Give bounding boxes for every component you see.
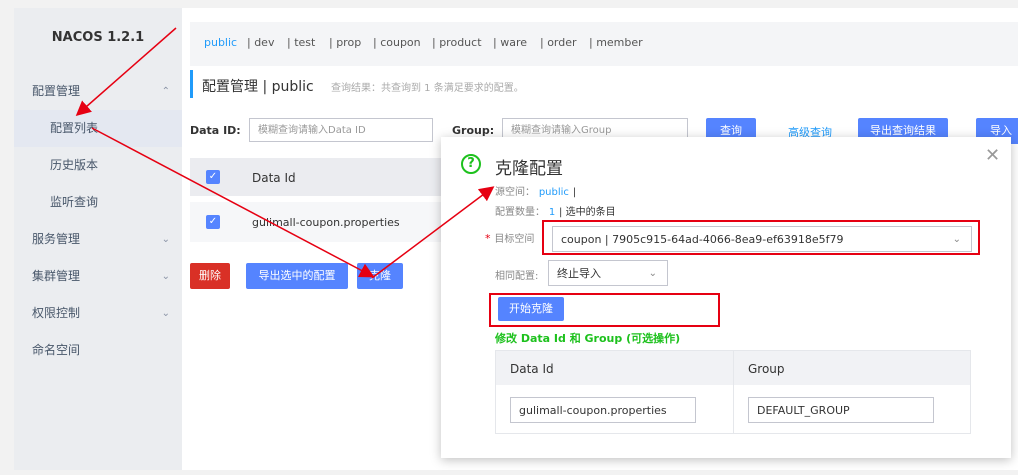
- sidebar-item-label: 配置列表: [50, 121, 99, 135]
- sidebar-section-label: 权限控制: [32, 306, 81, 320]
- clone-button[interactable]: 克隆: [357, 263, 403, 289]
- chevron-down-icon: ⌄: [648, 268, 657, 279]
- table-row: ✓ gulimall-coupon.properties: [190, 202, 450, 242]
- sidebar-section-config[interactable]: 配置管理 ⌃: [14, 73, 182, 110]
- question-icon: ?: [461, 154, 481, 174]
- column-divider: [733, 351, 734, 433]
- row-checkbox[interactable]: ✓: [206, 215, 220, 229]
- namespace-bar: public | dev | test | prop | coupon | pr…: [190, 22, 1018, 66]
- group-edit-input[interactable]: DEFAULT_GROUP: [748, 397, 934, 423]
- source-ns-label: 源空间：: [495, 187, 535, 198]
- column-header-dataid: Data Id: [252, 171, 296, 185]
- namespace-ware[interactable]: | ware: [493, 36, 527, 49]
- namespace-product[interactable]: | product: [432, 36, 482, 49]
- namespace-member[interactable]: | member: [589, 36, 643, 49]
- group-label: Group:: [452, 124, 495, 137]
- sidebar-item-history[interactable]: 历史版本: [14, 147, 182, 184]
- sidebar-section-auth[interactable]: 权限控制 ⌄: [14, 295, 182, 332]
- target-namespace-label: * 目标空间: [485, 230, 534, 245]
- sidebar-section-label: 集群管理: [32, 269, 81, 283]
- dataid-label: Data ID:: [190, 124, 241, 137]
- query-result-hint: 查询结果：共查询到 1 条满足要求的配置。: [331, 83, 524, 94]
- config-count-suffix: | 选中的条目: [559, 207, 616, 218]
- same-config-value: 终止导入: [557, 267, 601, 280]
- sidebar-section-namespace[interactable]: 命名空间: [14, 332, 182, 369]
- sidebar-section-service[interactable]: 服务管理 ⌄: [14, 221, 182, 258]
- config-count-value: 1: [548, 207, 556, 218]
- annotation-box-start: [489, 293, 720, 327]
- required-marker: *: [485, 232, 491, 245]
- page-title: 配置管理 | public: [202, 79, 314, 95]
- rename-table: Data Id Group gulimall-coupon.properties…: [495, 350, 971, 434]
- chevron-down-icon: ⌄: [161, 234, 170, 245]
- column-header-dataid: Data Id: [510, 362, 554, 376]
- namespace-order[interactable]: | order: [540, 36, 577, 49]
- clone-dialog: ? 克隆配置 ✕ 源空间： public | 配置数量： 1 | 选中的条目 *…: [441, 137, 1011, 458]
- column-header-group: Group: [748, 362, 785, 376]
- source-ns-value: public: [538, 187, 569, 198]
- title-accent: [190, 70, 193, 98]
- source-namespace-line: 源空间： public |: [495, 183, 576, 198]
- chevron-down-icon: ⌄: [161, 271, 170, 282]
- target-label-text: 目标空间: [494, 234, 535, 245]
- close-icon[interactable]: ✕: [985, 145, 1000, 166]
- sidebar-section-label: 服务管理: [32, 232, 81, 246]
- same-config-label: 相同配置:: [495, 271, 539, 282]
- select-all-checkbox[interactable]: ✓: [206, 170, 220, 184]
- namespace-coupon[interactable]: | coupon: [373, 36, 421, 49]
- table-header: ✓ Data Id: [190, 158, 450, 196]
- namespace-test[interactable]: | test: [287, 36, 315, 49]
- source-ns-separator: |: [572, 187, 577, 198]
- annotation-box-target: [542, 220, 980, 255]
- sidebar-section-label: 命名空间: [32, 343, 81, 357]
- dataid-edit-input[interactable]: gulimall-coupon.properties: [510, 397, 696, 423]
- namespace-prop[interactable]: | prop: [329, 36, 361, 49]
- sidebar-item-label: 监听查询: [50, 195, 99, 209]
- config-count-label: 配置数量：: [495, 207, 545, 218]
- config-count-line: 配置数量： 1 | 选中的条目: [495, 203, 616, 218]
- namespace-public[interactable]: public: [204, 36, 237, 49]
- chevron-up-icon: ⌃: [161, 86, 170, 97]
- sidebar-item-config-list[interactable]: 配置列表: [14, 110, 182, 147]
- sidebar-item-label: 历史版本: [50, 158, 99, 172]
- same-config-select[interactable]: 终止导入 ⌄: [548, 260, 668, 286]
- sidebar-section-cluster[interactable]: 集群管理 ⌄: [14, 258, 182, 295]
- sidebar-item-listener[interactable]: 监听查询: [14, 184, 182, 221]
- sidebar-section-label: 配置管理: [32, 84, 81, 98]
- dialog-title: 克隆配置: [495, 159, 563, 179]
- row-dataid: gulimall-coupon.properties: [252, 216, 400, 229]
- modify-hint: 修改 Data Id 和 Group (可选操作): [495, 332, 681, 345]
- delete-button[interactable]: 删除: [190, 263, 230, 289]
- sidebar: NACOS 1.2.1 配置管理 ⌃ 配置列表 历史版本 监听查询 服务管理 ⌄…: [14, 8, 183, 470]
- namespace-dev[interactable]: | dev: [247, 36, 274, 49]
- chevron-down-icon: ⌄: [161, 308, 170, 319]
- dataid-search-input[interactable]: 模糊查询请输入Data ID: [249, 118, 433, 142]
- brand-title: NACOS 1.2.1: [51, 30, 145, 45]
- export-selected-button[interactable]: 导出选中的配置: [246, 263, 348, 289]
